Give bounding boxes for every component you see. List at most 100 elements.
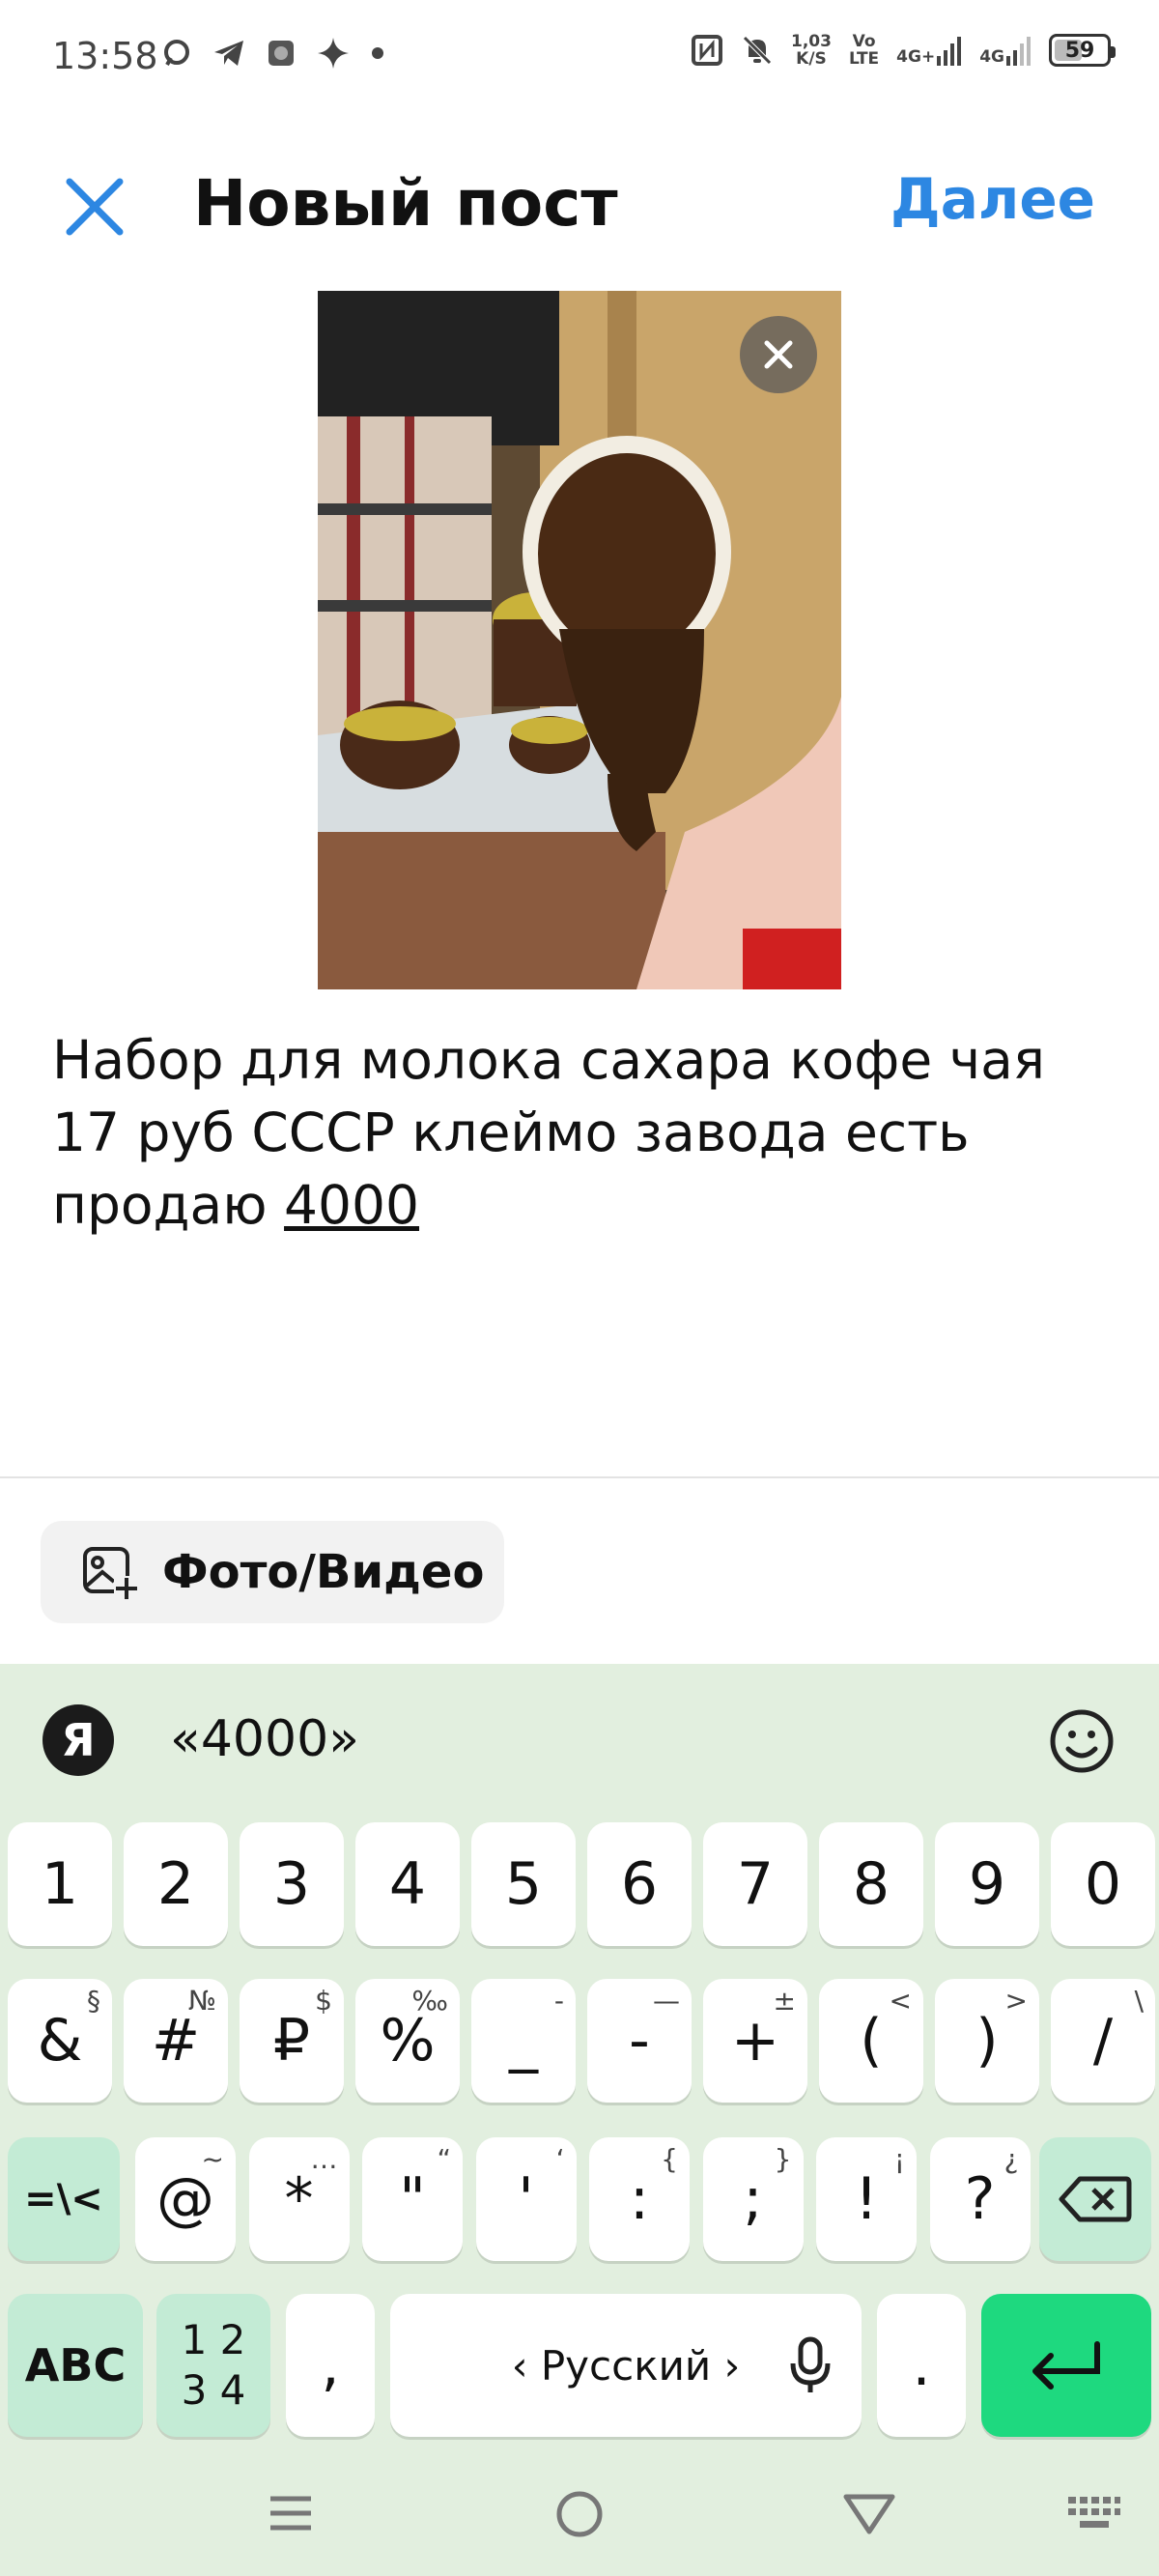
symbol-key-alt-label: ‰ — [411, 1985, 448, 2017]
keyboard-hide-icon[interactable] — [1066, 2495, 1122, 2535]
punctuation-key-label: ' — [518, 2165, 534, 2233]
symbol-key[interactable]: + ± — [703, 1979, 807, 2103]
space-key-label: ‹ Русский › — [511, 2341, 741, 2390]
yandex-logo-button[interactable]: Я — [42, 1704, 114, 1776]
close-icon — [764, 340, 793, 369]
key-3[interactable]: 3 — [240, 1822, 344, 1946]
add-photo-icon — [83, 1547, 139, 1601]
nfc-icon — [691, 35, 722, 66]
symbols-switch-key[interactable]: =\< — [8, 2137, 120, 2261]
punctuation-key[interactable]: " “ — [362, 2137, 463, 2261]
add-media-button[interactable]: Фото/Видео — [41, 1521, 504, 1623]
punctuation-key-alt-label: ¿ — [1004, 2143, 1019, 2175]
key-10[interactable]: 0 — [1051, 1822, 1155, 1946]
punctuation-key-label: ! — [854, 2165, 879, 2233]
symbol-key-alt-label: $ — [315, 1985, 332, 2017]
backspace-key[interactable] — [1039, 2137, 1151, 2261]
post-text-composing: 4000 — [284, 1174, 420, 1236]
menu-icon[interactable] — [267, 2489, 315, 2537]
symbol-key[interactable]: ₽ $ — [240, 1979, 344, 2103]
symbol-key[interactable]: ) > — [935, 1979, 1039, 2103]
symbol-key-label: & — [37, 2007, 83, 2075]
key-6[interactable]: 6 — [587, 1822, 692, 1946]
symbol-key[interactable]: & § — [8, 1979, 112, 2103]
notification-icons — [162, 37, 384, 70]
symbol-key[interactable]: (< — [819, 1979, 923, 2103]
punctuation-key-label: @ — [156, 2165, 214, 2233]
punctuation-key-alt-label: } — [774, 2143, 792, 2175]
abc-key[interactable]: ABC — [8, 2294, 143, 2437]
symbol-key-label: ) — [975, 2007, 999, 2075]
punctuation-key[interactable]: ;} — [702, 2137, 804, 2261]
key-2-label: 2 — [156, 1850, 195, 1918]
punctuation-key[interactable]: :{ — [589, 2137, 690, 2261]
next-button[interactable]: Далее — [890, 166, 1095, 232]
key-4[interactable]: 4 — [355, 1822, 460, 1946]
symbol-key-alt-label: > — [1004, 1985, 1028, 2017]
emoji-icon — [1050, 1709, 1114, 1773]
punctuation-key[interactable]: ! ¡ — [816, 2137, 917, 2261]
key-3-label: 3 — [272, 1850, 311, 1918]
remove-photo-button[interactable] — [740, 316, 817, 393]
divider — [0, 1476, 1159, 1478]
key-1[interactable]: 1 — [8, 1822, 112, 1946]
key-6-label: 6 — [620, 1850, 659, 1918]
attached-photo[interactable] — [318, 291, 841, 989]
symbol-key-alt-label: \ — [1134, 1985, 1144, 2017]
key-5-label: 5 — [504, 1850, 543, 1918]
signal-sim1: 4G+ — [896, 35, 962, 66]
key-9[interactable]: 9 — [935, 1822, 1039, 1946]
backspace-icon — [1059, 2176, 1132, 2222]
space-key[interactable]: ‹ Русский › — [390, 2294, 862, 2437]
close-button[interactable] — [60, 172, 129, 242]
symbol-key[interactable]: / \ — [1051, 1979, 1155, 2103]
post-text-field[interactable]: Набор для молока сахара кофе чая 17 руб … — [52, 1024, 1115, 1242]
key-4-label: 4 — [388, 1850, 427, 1918]
symbol-key-alt-label: § — [87, 1985, 100, 2017]
add-media-label: Фото/Видео — [162, 1545, 485, 1599]
page-title: Новый пост — [193, 166, 618, 241]
punctuation-key-alt-label: { — [661, 2143, 678, 2175]
punctuation-key[interactable]: ' ‘ — [475, 2137, 577, 2261]
system-nav-bar — [0, 2454, 1159, 2576]
numpad-key[interactable]: 1 2 3 4 — [156, 2294, 270, 2437]
keyboard: Я «4000» =\< ABC 1 2 3 4 , ‹ Русский › .… — [0, 1664, 1159, 2576]
symbol-key[interactable]: _ - — [471, 1979, 576, 2103]
post-text: Набор для молока сахара кофе чая 17 руб … — [52, 1029, 1045, 1236]
punctuation-key[interactable]: *… — [248, 2137, 350, 2261]
period-key[interactable]: . — [877, 2294, 966, 2437]
key-1-label: 1 — [41, 1850, 79, 1918]
symbol-key-label: - — [629, 2007, 650, 2075]
home-icon[interactable] — [554, 2489, 605, 2539]
chat-bubble-icon — [164, 40, 189, 66]
punctuation-key[interactable]: @ ~ — [135, 2137, 236, 2261]
symbol-key-label: % — [380, 2007, 436, 2075]
punctuation-key[interactable]: ? ¿ — [929, 2137, 1031, 2261]
suggestion-item[interactable]: «4000» — [170, 1710, 359, 1768]
comma-key[interactable]: , — [286, 2294, 375, 2437]
symbol-key[interactable]: - — — [587, 1979, 692, 2103]
battery-icon: 59 — [1049, 34, 1116, 67]
key-5[interactable]: 5 — [471, 1822, 576, 1946]
key-7-label: 7 — [736, 1850, 775, 1918]
key-8[interactable]: 8 — [819, 1822, 923, 1946]
back-icon[interactable] — [842, 2491, 896, 2537]
symbol-key[interactable]: # № — [124, 1979, 228, 2103]
signal-sim2: 4G — [979, 35, 1032, 66]
signal-bars-icon — [1006, 37, 1031, 66]
volte-indicator: Vo LTE — [848, 32, 880, 69]
punctuation-key-alt-label: “ — [437, 2143, 451, 2175]
symbol-key[interactable]: % ‰ — [355, 1979, 460, 2103]
punctuation-key-alt-label: ‘ — [555, 2143, 565, 2175]
enter-key[interactable] — [981, 2294, 1151, 2437]
emoji-button[interactable] — [1047, 1706, 1117, 1776]
key-2[interactable]: 2 — [124, 1822, 228, 1946]
symbol-key-alt-label: ± — [773, 1985, 796, 2017]
gallery-app-icon — [269, 41, 294, 66]
system-indicators: 1,03 K/S Vo LTE 4G+ 4G 59 — [691, 32, 1116, 69]
symbol-key-alt-label: № — [187, 1985, 216, 2017]
key-7[interactable]: 7 — [703, 1822, 807, 1946]
key-8-label: 8 — [852, 1850, 890, 1918]
enter-icon — [1032, 2341, 1100, 2390]
symbol-key-alt-label: - — [553, 1985, 564, 2017]
